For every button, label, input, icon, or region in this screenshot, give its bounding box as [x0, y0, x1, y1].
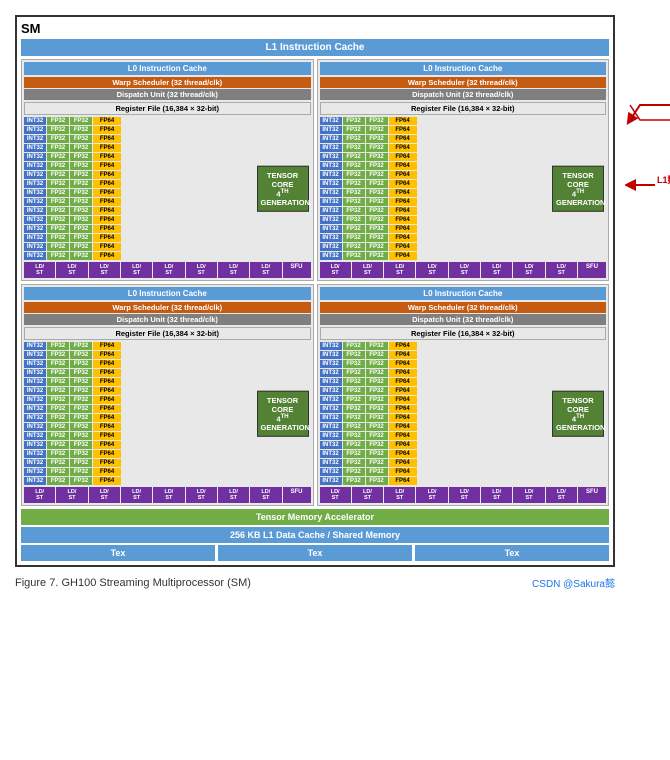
ld-st-cell: LD/ST	[186, 262, 217, 278]
dispatch-unit-2: Dispatch Unit (32 thread/clk)	[320, 89, 607, 100]
register-file-2: Register File (16,384 × 32-bit)	[320, 102, 607, 115]
warp-scheduler-2: Warp Scheduler (32 thread/clk)	[320, 77, 607, 88]
l1-data-cache: 256 KB L1 Data Cache / Shared Memory	[21, 527, 609, 543]
tensor-core-label-1: TENSOR CORE4THGENERATION	[257, 165, 309, 212]
annotation-l1cache-text: L1数据cache与 共享内存结合	[657, 175, 670, 187]
ld-st-cell: LD/ST	[218, 262, 249, 278]
tex-cell-2: Tex	[218, 545, 412, 561]
sfu-cell-2: SFU	[578, 262, 606, 278]
cores-area-3: INT32FP32FP32FP64 INT32FP32FP32FP64 INT3…	[24, 342, 311, 485]
tex-row: Tex Tex Tex	[21, 545, 609, 561]
sfu-cell-1: SFU	[283, 262, 311, 278]
quad-grid: L0 Instruction Cache Warp Scheduler (32 …	[21, 59, 609, 506]
arrow-l1cache-icon	[625, 175, 655, 195]
figure-source: CSDN @Sakura懿	[532, 575, 615, 590]
ld-st-cell: LD/ST	[56, 262, 87, 278]
dispatch-unit-3: Dispatch Unit (32 thread/clk)	[24, 314, 311, 325]
warp-scheduler-3: Warp Scheduler (32 thread/clk)	[24, 302, 311, 313]
ld-st-row-1: LD/ST LD/ST LD/ST LD/ST LD/ST LD/ST LD/S…	[24, 262, 311, 278]
l1-instruction-cache: L1 Instruction Cache	[21, 39, 609, 56]
ld-st-row-2: LD/ST LD/ST LD/ST LD/ST LD/ST LD/ST LD/S…	[320, 262, 607, 278]
ld-st-cell: LD/ST	[250, 262, 281, 278]
cores-area-1: INT32FP32FP32FP64 INT32FP32FP32FP64 INT3…	[24, 117, 311, 260]
sfu-cell-4: SFU	[578, 487, 606, 503]
l0-cache-4: L0 Instruction Cache	[320, 287, 607, 300]
tex-cell-3: Tex	[415, 545, 609, 561]
sfu-cell-3: SFU	[283, 487, 311, 503]
tensor-memory-accelerator: Tensor Memory Accelerator	[21, 509, 609, 525]
sub-sm-1: L0 Instruction Cache Warp Scheduler (32 …	[21, 59, 314, 281]
tensor-core-label-4: TENSOR CORE4THGENERATION	[552, 390, 604, 437]
arrow-gen4-icon	[625, 95, 670, 135]
sub-sm-3: L0 Instruction Cache Warp Scheduler (32 …	[21, 284, 314, 506]
l0-cache-3: L0 Instruction Cache	[24, 287, 311, 300]
ld-st-row-4: LD/ST LD/ST LD/ST LD/ST LD/ST LD/ST LD/S…	[320, 487, 607, 503]
ld-st-cell: LD/ST	[121, 262, 152, 278]
register-file-3: Register File (16,384 × 32-bit)	[24, 327, 311, 340]
tensor-core-label-2: TENSOR CORE4THGENERATION	[552, 165, 604, 212]
ld-st-row-3: LD/ST LD/ST LD/ST LD/ST LD/ST LD/ST LD/S…	[24, 487, 311, 503]
cores-area-4: INT32FP32FP32FP64 INT32FP32FP32FP64 INT3…	[320, 342, 607, 485]
dispatch-unit-1: Dispatch Unit (32 thread/clk)	[24, 89, 311, 100]
l0-cache-1: L0 Instruction Cache	[24, 62, 311, 75]
annotations-panel: 第四代张量核心 L1数据cache与 共享内存结合	[625, 15, 670, 195]
ld-st-cell: LD/ST	[153, 262, 184, 278]
register-file-4: Register File (16,384 × 32-bit)	[320, 327, 607, 340]
sub-sm-2: L0 Instruction Cache Warp Scheduler (32 …	[317, 59, 610, 281]
sm-container: SM L1 Instruction Cache L0 Instruction C…	[15, 15, 615, 567]
register-file-1: Register File (16,384 × 32-bit)	[24, 102, 311, 115]
tex-cell-1: Tex	[21, 545, 215, 561]
sm-title: SM	[21, 21, 609, 36]
l0-cache-2: L0 Instruction Cache	[320, 62, 607, 75]
dispatch-unit-4: Dispatch Unit (32 thread/clk)	[320, 314, 607, 325]
annotation-gen4: 第四代张量核心	[625, 95, 670, 135]
figure-caption-text: Figure 7. GH100 Streaming Multiprocessor…	[15, 577, 251, 589]
sub-sm-4: L0 Instruction Cache Warp Scheduler (32 …	[317, 284, 610, 506]
ld-st-cell: LD/ST	[89, 262, 120, 278]
warp-scheduler-1: Warp Scheduler (32 thread/clk)	[24, 77, 311, 88]
warp-scheduler-4: Warp Scheduler (32 thread/clk)	[320, 302, 607, 313]
ld-st-cell: LD/ST	[24, 262, 55, 278]
annotation-l1cache: L1数据cache与 共享内存结合	[625, 175, 670, 195]
page-container: { "sm": { "title": "SM", "l1_instruction…	[0, 0, 670, 760]
tensor-core-label-3: TENSOR CORE4THGENERATION	[257, 390, 309, 437]
figure-caption: Figure 7. GH100 Streaming Multiprocessor…	[15, 575, 615, 590]
cores-area-2: INT32FP32FP32FP64 INT32FP32FP32FP64 INT3…	[320, 117, 607, 260]
